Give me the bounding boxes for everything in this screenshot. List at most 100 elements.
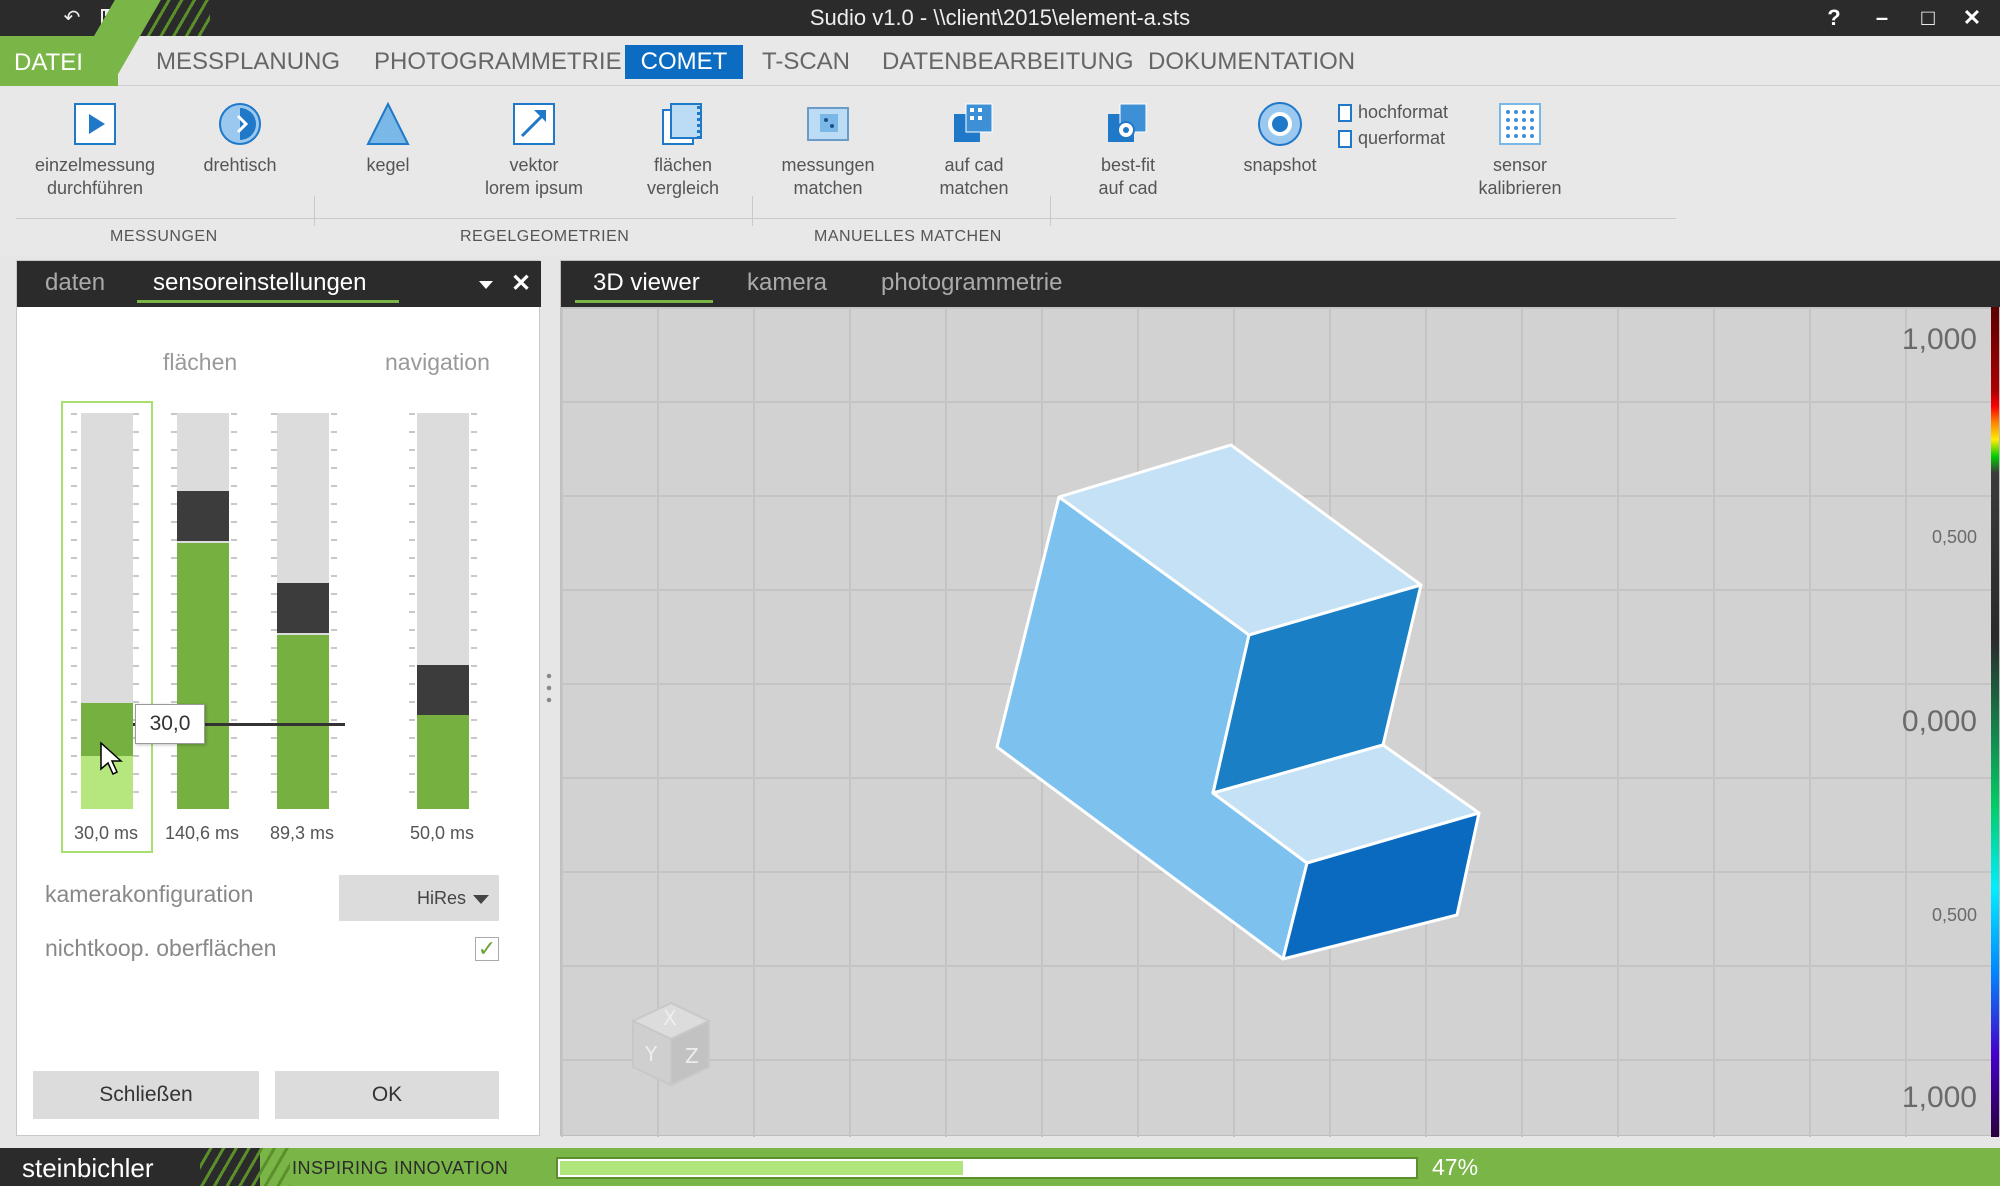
exposure-slider-2[interactable] (177, 413, 229, 809)
group-label-regelgeometrien: REGELGEOMETRIEN (460, 228, 630, 245)
exposure-slider-3[interactable] (277, 413, 329, 809)
slider-knob[interactable] (177, 491, 229, 541)
camera-config-label: kamerakonfiguration (45, 881, 254, 907)
einzelmessung-button[interactable]: einzelmessung durchführen (28, 100, 162, 200)
menu-datenbearbeitung[interactable]: DATENBEARBEITUNG (872, 45, 1144, 79)
slider-fill (417, 715, 469, 809)
ribbon-separator (1050, 196, 1051, 226)
slider-knob[interactable] (417, 665, 469, 715)
dropdown-arrow-icon (473, 895, 489, 904)
menu-photogrammetrie[interactable]: PHOTOGRAMMETRIE (364, 45, 632, 79)
cad-match-icon (950, 100, 998, 148)
viewer-panel: 3D viewer kamera photogrammetrie Y X Z 1… (560, 260, 2000, 1137)
hochformat-label: hochformat (1358, 102, 1449, 122)
axis-x-label: X (663, 1006, 677, 1030)
best-fit-button[interactable]: best-fit auf cad (1078, 100, 1178, 200)
messungen-label-1: messungen (781, 155, 875, 175)
close-window-button[interactable]: ✕ (1952, 2, 1992, 34)
slider-ticks (231, 413, 237, 809)
slider-knob[interactable] (277, 583, 329, 633)
tagline: INSPIRING INNOVATION (292, 1158, 509, 1178)
checkmark-icon: ✓ (477, 936, 497, 961)
best-fit-label-2: auf cad (1098, 178, 1158, 198)
ribbon-separator (314, 196, 315, 226)
querformat-label: querformat (1358, 128, 1446, 148)
slider-ticks (409, 413, 415, 809)
match-measurements-icon (804, 100, 852, 148)
format-querformat[interactable]: querformat (1338, 128, 1445, 149)
panel-close-icon[interactable]: ✕ (511, 269, 531, 298)
title-bar: ↶ Sudio v1.0 - \\client\2015\element-a.s… (0, 0, 2000, 36)
noncoop-surfaces-label: nichtkoop. oberflächen (45, 935, 277, 961)
calibration-grid-icon (1496, 100, 1544, 148)
minimize-button[interactable]: – (1862, 2, 1902, 34)
messungen-matchen-button[interactable]: messungen matchen (766, 100, 890, 200)
slider-ticks (471, 413, 477, 809)
slider-value-tooltip: 30,0 (135, 704, 205, 744)
noncoop-surfaces-checkbox[interactable]: ✓ (475, 937, 499, 961)
window-title: Sudio v1.0 - \\client\2015\element-a.sts (809, 5, 1191, 30)
menu-comet[interactable]: COMET (625, 45, 743, 79)
maximize-button[interactable]: □ (1908, 2, 1948, 34)
flaechen-label-2: vergleich (646, 178, 720, 198)
menu-datei[interactable]: DATEI (0, 36, 118, 86)
einzelmessung-label-1: einzelmessung (34, 155, 156, 175)
camera-config-value: HiRes (417, 888, 467, 908)
axis-orientation-cube[interactable]: Y X Z (613, 989, 723, 1099)
slider-fill (177, 543, 229, 809)
progress-percent: 47% (1432, 1154, 1479, 1180)
best-fit-icon (1104, 100, 1152, 148)
deviation-color-bar (1991, 307, 1999, 1137)
cone-icon (364, 100, 412, 148)
ribbon-group-line (16, 218, 1676, 219)
format-hochformat[interactable]: hochformat (1338, 102, 1448, 123)
kegel-button[interactable]: kegel (338, 100, 438, 177)
slider-2-value: 140,6 ms (164, 823, 240, 843)
auf-cad-label-1: auf cad (944, 155, 1004, 175)
drehtisch-button[interactable]: drehtisch (188, 100, 292, 177)
navigation-slider[interactable] (417, 413, 469, 809)
slider-fill (277, 635, 329, 809)
section-navigation: navigation (385, 349, 490, 375)
panel-tab-bar: daten sensoreinstellungen ✕ (17, 261, 541, 307)
group-label-messungen: MESSUNGEN (110, 228, 218, 245)
panel-splitter-handle[interactable] (546, 670, 552, 706)
vektor-button[interactable]: vektor lorem ipsum (470, 100, 598, 200)
auf-cad-matchen-button[interactable]: auf cad matchen (922, 100, 1026, 200)
flaechen-vergleich-button[interactable]: flächen vergleich (628, 100, 738, 200)
play-icon (71, 100, 119, 148)
snapshot-button[interactable]: snapshot (1232, 100, 1328, 177)
menu-t-scan[interactable]: T-SCAN (752, 45, 860, 79)
panel-menu-chevron-icon[interactable] (479, 281, 493, 289)
best-fit-label-1: best-fit (1100, 155, 1156, 175)
scale-label-upper-mid: 0,500 (1931, 527, 1977, 547)
surface-compare-icon (659, 100, 707, 148)
flaechen-label-1: flächen (653, 155, 713, 175)
tab-daten[interactable]: daten (45, 269, 105, 297)
help-button[interactable]: ? (1814, 2, 1854, 34)
group-label-manuelles-matchen: MANUELLES MATCHEN (814, 228, 1002, 245)
slider-1-value: 30,0 ms (73, 823, 139, 843)
close-button[interactable]: Schließen (33, 1071, 259, 1119)
sensor-settings-panel: daten sensoreinstellungen ✕ flächen navi… (16, 260, 541, 1136)
sensor-label-1: sensor (1492, 155, 1548, 175)
scale-label-top: 1,000 (1901, 323, 1977, 356)
sensor-kalibrieren-button[interactable]: sensor kalibrieren (1468, 100, 1572, 200)
axis-z-label: Z (685, 1044, 699, 1068)
ok-button[interactable]: OK (275, 1071, 499, 1119)
slider-ticks (71, 413, 77, 809)
camera-shutter-icon (1256, 100, 1304, 148)
slider-ticks (133, 413, 139, 809)
progress-bar (556, 1157, 1418, 1179)
tab-sensoreinstellungen[interactable]: sensoreinstellungen (153, 269, 366, 297)
mouse-cursor-icon (100, 741, 123, 776)
vektor-label-1: vektor (509, 155, 559, 175)
3d-model[interactable] (561, 261, 1991, 1137)
einzelmessung-label-2: durchführen (46, 178, 144, 198)
active-tab-underline (137, 300, 399, 303)
messungen-label-2: matchen (793, 178, 863, 198)
camera-config-dropdown[interactable]: HiRes (339, 875, 499, 921)
drehtisch-label: drehtisch (203, 155, 277, 175)
menu-messplanung[interactable]: MESSPLANUNG (146, 45, 350, 79)
menu-dokumentation[interactable]: DOKUMENTATION (1138, 45, 1365, 79)
